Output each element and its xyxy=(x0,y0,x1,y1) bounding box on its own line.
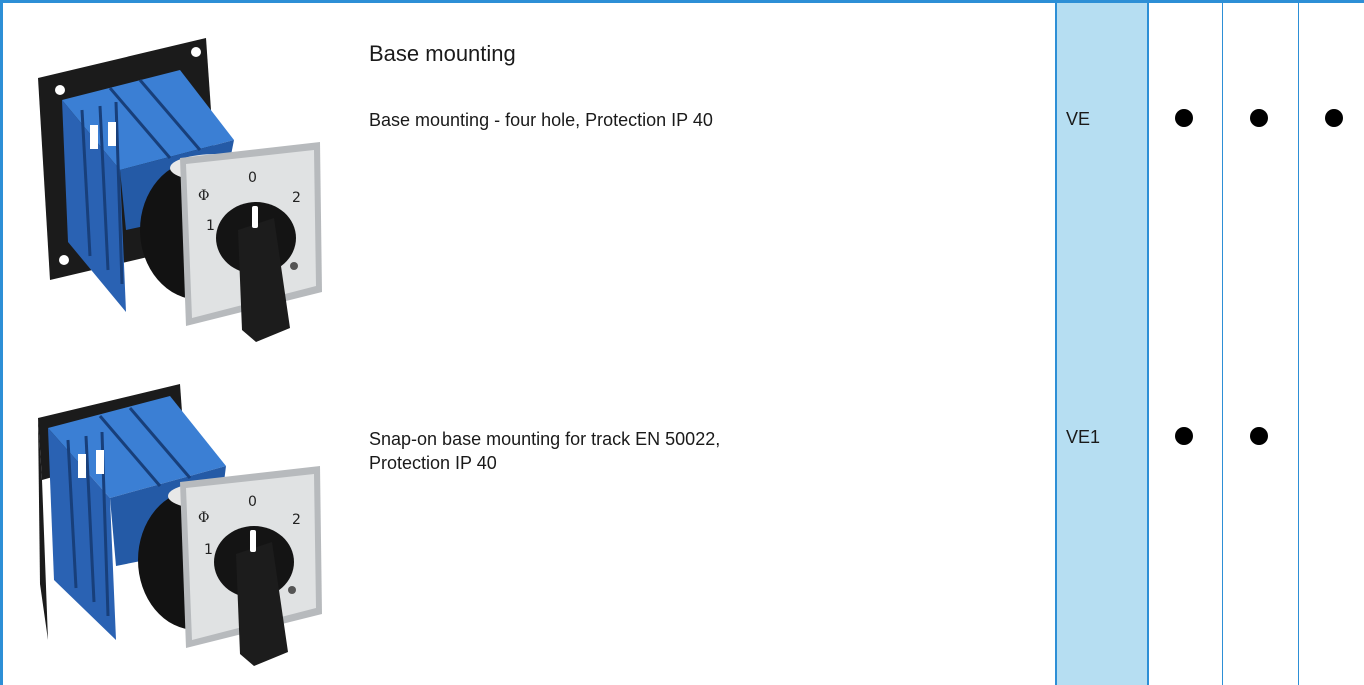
availability-dot xyxy=(1325,109,1343,127)
description-line: Protection IP 40 xyxy=(369,453,497,473)
svg-text:0: 0 xyxy=(248,170,257,186)
code-column-left-border xyxy=(1055,0,1057,685)
row-code: VE xyxy=(1066,109,1091,129)
availability-dot xyxy=(1250,427,1268,445)
svg-text:Φ: Φ xyxy=(198,510,209,526)
row-code: VE1 xyxy=(1066,427,1101,447)
row-description: Base mounting - four hole, Protection IP… xyxy=(369,108,713,132)
row-description: Snap-on base mounting for track EN 50022… xyxy=(369,427,720,475)
description-line: Snap-on base mounting for track EN 50022… xyxy=(369,429,721,449)
availability-dot xyxy=(1175,427,1193,445)
code-column xyxy=(1056,3,1148,685)
description-line: Base mounting - four hole, Protection IP… xyxy=(369,110,713,130)
section-heading: Base mounting xyxy=(369,41,516,66)
column-divider xyxy=(1222,0,1223,685)
svg-text:1: 1 xyxy=(206,218,215,234)
table-frame-left xyxy=(0,0,3,685)
availability-dot xyxy=(1175,109,1193,127)
svg-text:1: 1 xyxy=(204,542,213,558)
table-frame-top xyxy=(0,0,1364,3)
availability-dot xyxy=(1250,109,1268,127)
svg-text:0: 0 xyxy=(248,494,257,510)
code-column-right-border xyxy=(1147,0,1149,685)
svg-text:2: 2 xyxy=(292,512,301,528)
svg-text:Φ: Φ xyxy=(198,188,209,204)
column-divider xyxy=(1298,0,1299,685)
cam-switch-four-hole-icon: Φ 0 1 2 xyxy=(38,38,322,342)
cam-switch-snap-on-icon: Φ 0 1 2 xyxy=(38,384,322,666)
svg-text:2: 2 xyxy=(292,190,301,206)
